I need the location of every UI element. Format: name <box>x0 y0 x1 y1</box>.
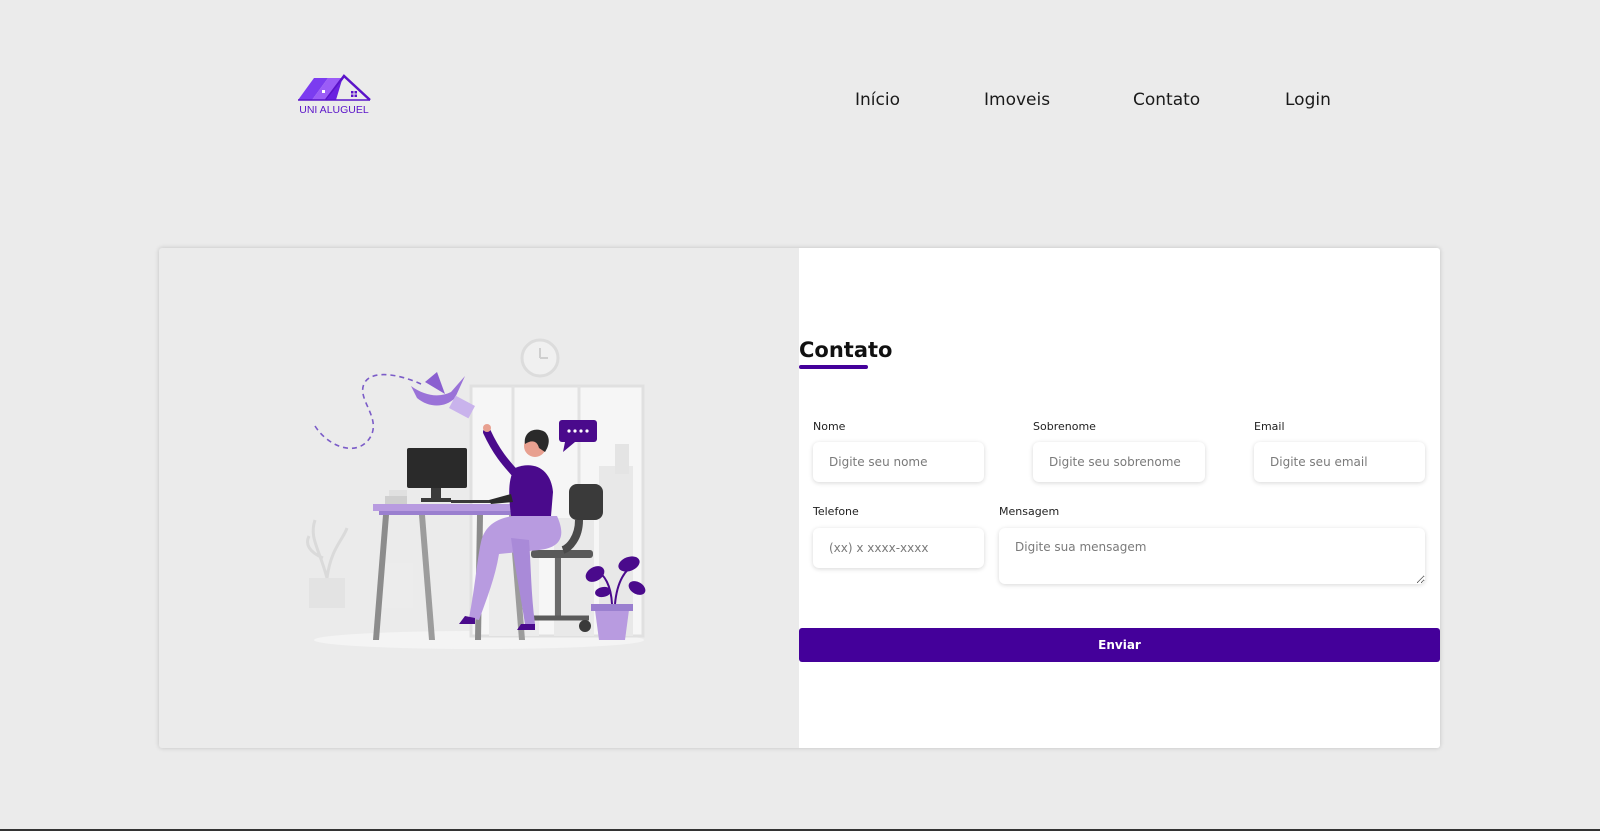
sobrenome-label: Sobrenome <box>1033 420 1096 433</box>
telefone-input[interactable] <box>813 528 984 568</box>
nav-item-login[interactable]: Login <box>1285 90 1331 110</box>
telefone-label: Telefone <box>813 505 859 518</box>
nome-label: Nome <box>813 420 846 433</box>
title-underline <box>799 365 868 369</box>
nav-item-imoveis[interactable]: Imoveis <box>984 90 1050 110</box>
nome-input[interactable] <box>813 442 984 482</box>
nav-item-contato[interactable]: Contato <box>1133 90 1200 110</box>
main-nav: Início Imoveis Contato Login <box>0 90 1600 116</box>
nav-item-inicio[interactable]: Início <box>855 90 900 110</box>
mensagem-textarea[interactable] <box>999 528 1425 584</box>
email-input[interactable] <box>1254 442 1425 482</box>
contact-illustration <box>159 248 799 748</box>
form-title: Contato <box>799 338 893 362</box>
mensagem-label: Mensagem <box>999 505 1060 518</box>
submit-button[interactable]: Enviar <box>799 628 1440 662</box>
contact-card: Contato Nome Sobrenome Email Telefone Me… <box>159 248 1440 748</box>
sobrenome-input[interactable] <box>1033 442 1205 482</box>
contact-form: Contato Nome Sobrenome Email Telefone Me… <box>799 248 1440 748</box>
email-label: Email <box>1254 420 1285 433</box>
header: UNI ALUGUEL Início Imoveis Contato Login <box>0 0 1600 200</box>
